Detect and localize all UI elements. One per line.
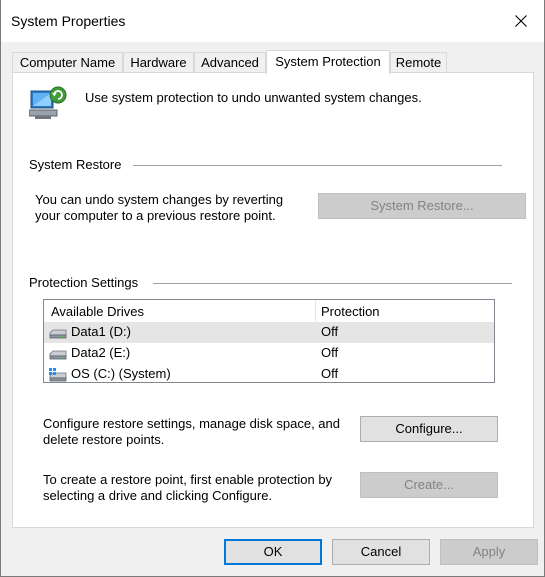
- window-title: System Properties: [11, 13, 126, 29]
- cancel-button[interactable]: Cancel: [332, 539, 430, 565]
- configure-description-1: Configure restore settings, manage disk …: [43, 416, 341, 431]
- create-description-1: To create a restore point, first enable …: [43, 472, 333, 487]
- drive-name: OS (C:) (System): [71, 366, 171, 381]
- drive-protection-status: Off: [321, 324, 339, 339]
- tab-advanced[interactable]: Advanced: [194, 52, 266, 72]
- intro-text: Use system protection to undo unwanted s…: [85, 90, 422, 105]
- windows-drive-icon: [49, 368, 67, 382]
- drive-protection-status: Off: [321, 345, 339, 360]
- tab-system-protection[interactable]: System Protection: [266, 50, 390, 74]
- drive-row-data1[interactable]: Data1 (D:) Off: [44, 322, 494, 343]
- column-header-available-drives[interactable]: Available Drives: [51, 304, 144, 320]
- tab-hardware[interactable]: Hardware: [123, 52, 194, 72]
- system-properties-window: System Properties Computer Name Hardware…: [0, 0, 545, 577]
- drive-name: Data1 (D:): [71, 324, 131, 339]
- apply-button[interactable]: Apply: [440, 539, 538, 565]
- create-button[interactable]: Create...: [360, 472, 498, 498]
- system-restore-divider: [133, 165, 502, 166]
- create-description-2: selecting a drive and clicking Configure…: [43, 488, 273, 503]
- close-button[interactable]: [498, 0, 544, 42]
- drive-row-data2[interactable]: Data2 (E:) Off: [44, 343, 494, 364]
- system-restore-description-2: your computer to a previous restore poin…: [35, 208, 276, 223]
- hard-drive-icon: [49, 329, 67, 339]
- close-icon: [515, 15, 527, 27]
- configure-description-2: delete restore points.: [43, 432, 165, 447]
- drive-name: Data2 (E:): [71, 345, 131, 360]
- column-separator[interactable]: [315, 300, 316, 322]
- system-restore-description-1: You can undo system changes by reverting: [35, 192, 284, 207]
- ok-button[interactable]: OK: [224, 539, 322, 565]
- hard-drive-icon: [49, 350, 67, 360]
- system-protection-icon: [28, 85, 69, 123]
- system-protection-panel: Use system protection to undo unwanted s…: [12, 72, 534, 528]
- column-header-protection[interactable]: Protection: [321, 304, 380, 320]
- tab-computer-name[interactable]: Computer Name: [12, 52, 123, 72]
- tab-remote[interactable]: Remote: [390, 52, 447, 72]
- drives-list-header: Available Drives Protection: [44, 300, 494, 322]
- protection-settings-heading: Protection Settings: [29, 275, 139, 290]
- system-restore-button[interactable]: System Restore...: [318, 193, 526, 219]
- configure-button[interactable]: Configure...: [360, 416, 498, 442]
- system-restore-heading: System Restore: [29, 157, 122, 172]
- drive-row-os[interactable]: OS (C:) (System) Off: [44, 364, 494, 385]
- drives-list[interactable]: Available Drives Protection Data1 (D:) O…: [43, 299, 495, 383]
- drive-protection-status: Off: [321, 366, 339, 381]
- title-bar[interactable]: System Properties: [1, 0, 544, 42]
- protection-settings-divider: [153, 283, 512, 284]
